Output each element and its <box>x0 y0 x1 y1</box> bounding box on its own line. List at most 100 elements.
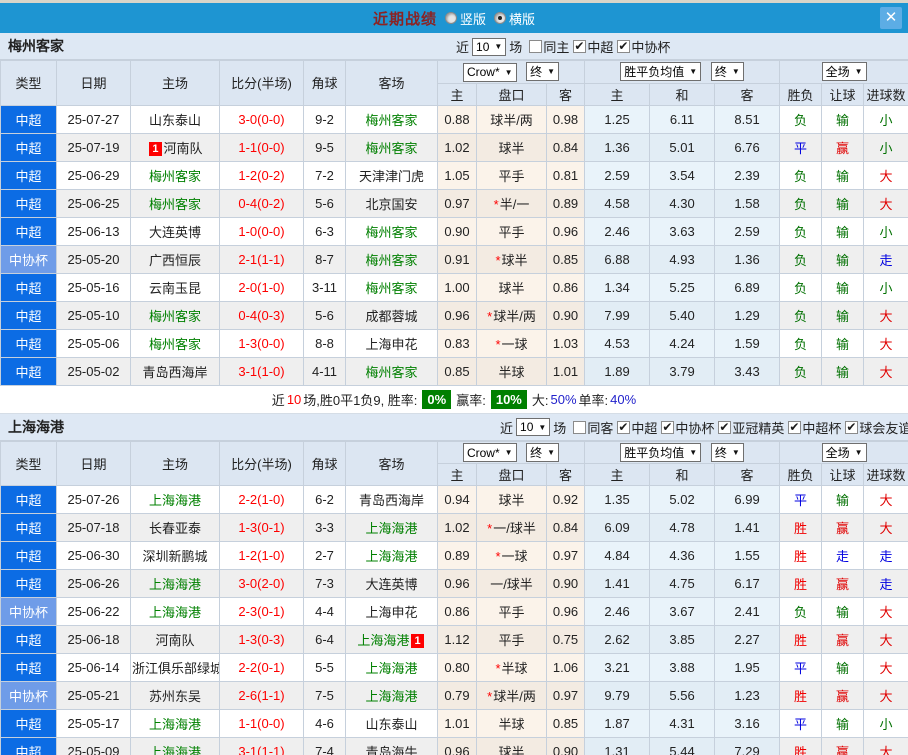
away-team-cell: 上海海港 <box>345 513 438 542</box>
checkbox-checked-icon[interactable] <box>573 39 587 53</box>
handicap-result-cell: 输 <box>821 356 865 386</box>
avg-lose-cell: 2.39 <box>714 160 781 190</box>
close-button[interactable]: ✕ <box>880 7 902 29</box>
result-cell: 负 <box>779 188 823 218</box>
checkbox-unchecked-icon[interactable] <box>573 420 587 434</box>
checkbox-checked-icon[interactable] <box>845 420 859 434</box>
radio-unselected-icon[interactable] <box>444 12 457 24</box>
checkbox-checked-icon[interactable] <box>661 420 675 434</box>
goals-result-cell: 大 <box>863 625 908 654</box>
match-date-cell: 25-06-26 <box>56 569 131 598</box>
corner-cell: 6-4 <box>303 625 346 654</box>
col-score: 比分(半场) <box>219 60 304 106</box>
match-date-cell: 25-07-26 <box>56 485 131 514</box>
odds-home-cell: 0.96 <box>437 300 477 330</box>
match-row: 中超 25-05-06 梅州客家 1-3(0-0) 8-8 上海申花 0.83 *一球 1.03… <box>0 328 908 358</box>
layout-option-vertical[interactable]: 竖版 <box>444 9 486 28</box>
avg-period-dropdown[interactable]: 终 ▼ <box>710 62 744 82</box>
handicap-text: 球半 <box>498 140 525 156</box>
handicap-text: 一/球半 <box>490 577 533 592</box>
checkbox-unchecked-icon[interactable] <box>529 40 543 53</box>
avg-win-cell: 4.84 <box>584 541 651 570</box>
checkbox-checked-icon[interactable] <box>718 420 732 434</box>
corner-cell: 7-3 <box>303 569 346 598</box>
filter-checkbox-中超杯[interactable]: 中超杯 <box>788 418 841 437</box>
away-team-cell: 北京国安 <box>345 188 438 218</box>
odds-period-dropdown[interactable]: 终 ▼ <box>526 62 560 81</box>
score-cell: 1-1(0-0) <box>219 709 304 738</box>
checkbox-checked-icon[interactable] <box>617 420 631 434</box>
corner-cell: 3-3 <box>303 513 346 542</box>
filter-checkbox-中超[interactable]: 中超 <box>617 418 657 437</box>
filter-checkbox-同主[interactable]: 同主 <box>529 37 569 56</box>
layout-option-horizontal[interactable]: 横版 <box>494 9 535 28</box>
team-name-text: 梅州客家 <box>148 196 201 212</box>
avg-lose-cell: 8.51 <box>714 104 781 134</box>
away-team-cell: 大连英博 <box>345 569 438 598</box>
odds-home-cell: 0.80 <box>437 653 477 682</box>
handicap-text: 球半/两 <box>493 308 536 324</box>
corner-cell: 7-4 <box>303 737 346 755</box>
odds-source-dropdown[interactable]: Crow* ▼ <box>462 62 517 82</box>
col-type: 类型 <box>0 440 57 486</box>
avg-source-dropdown[interactable]: 胜平负均值 ▼ <box>620 442 702 462</box>
goals-result-cell: 大 <box>863 160 908 190</box>
league-type-cell: 中超 <box>0 625 57 654</box>
avg-draw-cell: 3.54 <box>649 160 716 190</box>
filter-checkbox-中协杯[interactable]: 中协杯 <box>617 37 670 56</box>
red-card-badge: 1 <box>149 141 162 156</box>
handicap-text: 半球 <box>498 364 525 380</box>
odds-period-dropdown[interactable]: 终 ▼ <box>526 442 560 462</box>
away-team-cell: 上海海港 <box>345 653 438 682</box>
summary-text: 场,胜0平1负9, 胜率: <box>303 392 418 408</box>
handicap-text: 球半 <box>498 745 525 755</box>
score-cell: 3-1(1-1) <box>219 737 304 755</box>
handicap-result-cell: 输 <box>821 244 865 274</box>
avg-period-dropdown[interactable]: 终 ▼ <box>710 442 744 462</box>
score-cell: 2-0(1-0) <box>219 272 304 302</box>
handicap-star-icon: * <box>487 689 493 704</box>
scope-dropdown[interactable]: 全场 ▼ <box>821 62 867 82</box>
avg-draw-cell: 4.78 <box>649 513 716 542</box>
odds-home-cell: 0.79 <box>437 681 477 710</box>
match-date-cell: 25-05-17 <box>56 709 131 738</box>
odds-away-cell: 0.84 <box>545 132 586 162</box>
avg-draw-cell: 4.36 <box>649 541 716 570</box>
chevron-down-icon: ▼ <box>547 67 556 76</box>
filter-checkbox-中协杯[interactable]: 中协杯 <box>661 418 714 437</box>
filter-checkbox-中超[interactable]: 中超 <box>573 37 613 56</box>
match-date-cell: 25-06-13 <box>56 216 131 246</box>
corner-cell: 8-8 <box>303 328 346 358</box>
score-cell: 2-6(1-1) <box>219 681 304 710</box>
team-name-text: 上海海港 <box>148 577 201 592</box>
avg-source-dropdown[interactable]: 胜平负均值 ▼ <box>620 62 702 82</box>
games-count-select[interactable]: 10 ▼ <box>516 418 551 436</box>
league-type-cell: 中超 <box>0 216 57 246</box>
handicap-result-cell: 输 <box>821 328 865 358</box>
checkbox-checked-icon[interactable] <box>617 39 631 53</box>
odds-source-dropdown[interactable]: Crow* ▼ <box>462 443 517 462</box>
match-date-cell: 25-05-10 <box>56 300 131 330</box>
avg-header-cell: 胜平负均值 ▼ 终 ▼ <box>584 440 781 464</box>
radio-selected-icon[interactable] <box>494 12 506 24</box>
avg-draw-cell: 5.56 <box>649 681 716 710</box>
home-team-cell: 梅州客家 <box>130 188 220 218</box>
odds-home-cell: 0.94 <box>437 485 477 514</box>
avg-lose-cell: 1.55 <box>714 541 781 570</box>
match-row: 中超 25-06-14 浙江俱乐部绿城 2-2(0-1) 5-5 上海海港 0.80 *半球 1… <box>0 653 908 682</box>
filter-checkbox-亚冠精英[interactable]: 亚冠精英 <box>718 418 784 437</box>
filter-checkbox-球会友谊[interactable]: 球会友谊 <box>845 418 908 437</box>
goals-result-cell: 大 <box>863 328 908 358</box>
team-name-text: 梅州客家 <box>365 280 418 296</box>
checkbox-checked-icon[interactable] <box>788 420 802 434</box>
filter-checkbox-同客[interactable]: 同客 <box>573 418 613 437</box>
team-name-text: 浙江俱乐部绿城 <box>132 661 220 676</box>
chevron-down-icon: ▼ <box>547 447 556 457</box>
team-name-text: 广西恒辰 <box>148 252 201 268</box>
games-count-select[interactable]: 10 ▼ <box>472 37 507 56</box>
handicap-star-icon: * <box>487 308 493 324</box>
avg-win-cell: 6.09 <box>584 513 651 542</box>
avg-draw-cell: 3.63 <box>649 216 716 246</box>
odds-away-cell: 0.84 <box>545 513 586 542</box>
scope-dropdown[interactable]: 全场 ▼ <box>821 442 867 462</box>
